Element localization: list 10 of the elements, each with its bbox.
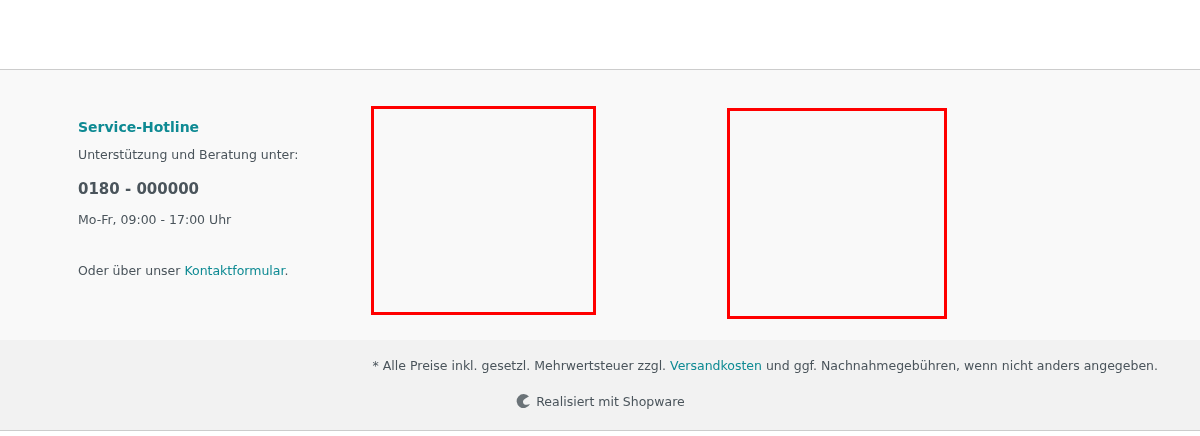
opening-hours: Mo-Fr, 09:00 - 17:00 Uhr	[78, 212, 233, 227]
section-heading: Service-Hotline	[78, 119, 201, 135]
price-notice: * Alle Preise inkl. gesetzl. Mehrwertsteuer zzgl. Versandkosten und ggf. Nachnahmegebühren, wenn nicht anders angegeben.	[372, 358, 1158, 373]
description-text: Unterstützung und Beratung unter:	[78, 147, 300, 162]
link[interactable]: Kontaktformular	[184, 263, 285, 278]
phone-number: 0180 - 000000	[78, 180, 201, 198]
logo-icon	[515, 393, 532, 409]
contact-text: Oder über unser Kontaktformular.	[78, 263, 290, 278]
link[interactable]: Versandkosten	[670, 358, 762, 373]
credit-text: Realisiert mit Shopware	[536, 393, 685, 409]
